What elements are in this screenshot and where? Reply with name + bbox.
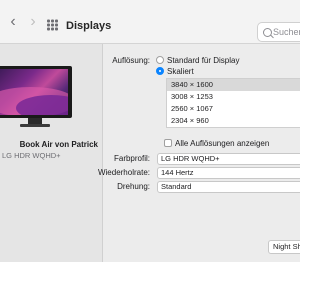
forward-button[interactable]: › [26,14,40,30]
radio-scaled-label[interactable]: Skaliert [167,67,194,76]
monitor-frame [0,66,72,118]
search-input[interactable] [273,26,300,38]
resolution-label: Auflösung: [112,56,150,65]
rotation-popup[interactable]: Standard [157,181,300,193]
radio-default-label[interactable]: Standard für Display [167,56,239,65]
color-profile-label: Farbprofil: [113,154,150,163]
rotation-label: Drehung: [117,182,150,191]
radio-default-resolution[interactable] [156,56,164,64]
resolution-list-item[interactable]: 3840 × 1600 [167,79,300,91]
back-button[interactable]: ‹ [6,14,20,30]
display-sidebar: Book Air von Patrick LG HDR WQHD+ [0,44,103,262]
resolution-list[interactable]: 3840 × 1600 3008 × 1253 2560 × 1067 2304… [166,78,300,128]
refresh-rate-popup[interactable]: 144 Hertz [157,167,300,179]
display-model: LG HDR WQHD+ [2,151,61,160]
resolution-list-item[interactable]: 2560 × 1067 [167,103,300,115]
page-title: Displays [66,20,112,32]
radio-scaled[interactable] [156,67,164,75]
search-field[interactable] [257,22,300,42]
display-name: Book Air von Patrick [19,140,98,149]
display-monitor-image[interactable] [0,66,72,128]
search-icon [263,28,272,37]
show-all-resolutions-checkbox[interactable] [164,139,172,147]
refresh-rate-label: Wiederholrate: [97,168,150,177]
show-all-resolutions-label[interactable]: Alle Auflösungen anzeigen [175,139,269,148]
system-preferences-window: ‹ › Displays Book Air von Patrick LG HDR… [0,0,300,262]
resolution-list-item[interactable]: 3008 × 1253 [167,91,300,103]
toolbar: ‹ › Displays [0,0,300,44]
wallpaper-preview [0,69,68,115]
resolution-list-item[interactable]: 2304 × 960 [167,115,300,127]
color-profile-popup[interactable]: LG HDR WQHD+ [157,153,300,165]
monitor-stand-base [20,124,50,127]
show-all-grid-icon[interactable] [47,19,58,31]
night-shift-button[interactable]: Night Shi [268,240,300,254]
